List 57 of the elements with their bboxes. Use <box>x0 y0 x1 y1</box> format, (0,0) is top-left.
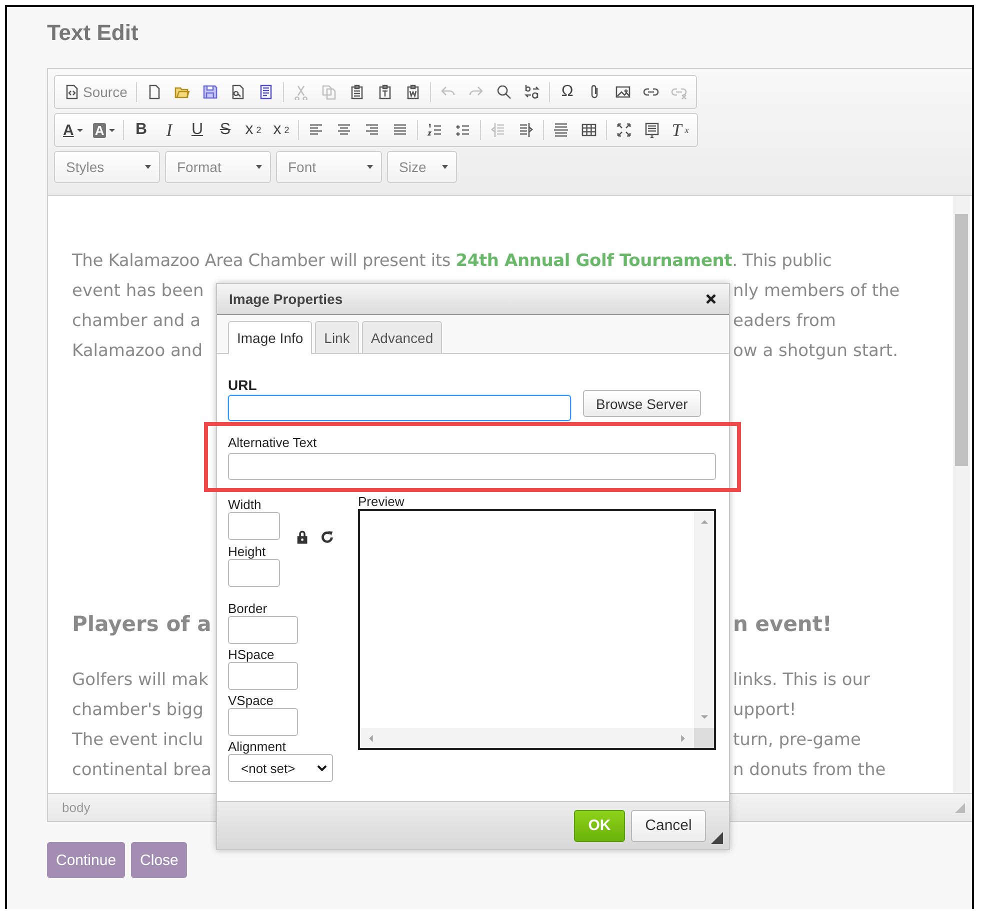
url-field[interactable] <box>228 395 571 421</box>
dialog-title: Image Properties <box>229 291 343 307</box>
resize-grip-icon[interactable] <box>711 832 723 844</box>
format-button[interactable]: B <box>128 117 154 143</box>
format-button[interactable]: U <box>184 117 210 143</box>
paragraph-fragment: continental brea <box>72 759 212 782</box>
paragraph-line: The Kalamazoo Area Chamber will present its 24th Annual Golf Tournament. This public <box>72 250 833 273</box>
field-label: VSpace <box>228 693 275 708</box>
close-icon[interactable] <box>705 293 717 305</box>
format-button[interactable]: S <box>212 117 238 143</box>
scrollbar-corner <box>694 728 714 748</box>
dialog-tab[interactable]: Image Info <box>228 321 312 354</box>
field-label: URL <box>228 378 258 393</box>
border-field[interactable] <box>228 616 298 644</box>
field-label: Alternative Text <box>228 435 318 450</box>
paragraph-fragment: n donuts from the <box>733 759 886 782</box>
paragraph-fragment: Golfers will mak <box>72 669 208 692</box>
height-field[interactable] <box>228 559 280 587</box>
reset-icon[interactable] <box>320 529 334 545</box>
vspace-field[interactable] <box>228 708 298 736</box>
field-label: Border <box>228 601 268 616</box>
paragraph-fragment: eaders from <box>733 310 836 333</box>
field-label: Preview <box>358 494 406 509</box>
paragraph-fragment: Kalamazoo and <box>72 340 202 363</box>
width-field[interactable] <box>228 512 280 540</box>
field-label: Height <box>228 544 267 559</box>
paragraph-fragment: chamber's bigg <box>72 699 204 722</box>
format-button[interactable]: Ω <box>554 79 580 105</box>
scrollbar[interactable] <box>953 196 970 793</box>
alignment-select[interactable]: <not set> <box>228 754 333 782</box>
lock-icon[interactable] <box>296 529 309 545</box>
field-label: Width <box>228 497 262 512</box>
caret-icon <box>317 765 327 771</box>
paragraph-fragment: The event inclu <box>72 729 204 752</box>
paragraph-fragment: nly members of the <box>733 280 900 303</box>
format-button[interactable]: I <box>156 117 182 143</box>
paragraph-fragment: chamber and a <box>72 310 201 333</box>
resize-grip-icon[interactable] <box>955 802 965 812</box>
paragraph-fragment: turn, pre-game <box>733 729 861 752</box>
paragraph-fragment: links. This is our <box>733 669 870 692</box>
text-color-button[interactable]: A <box>59 117 87 143</box>
hspace-field[interactable] <box>228 662 298 690</box>
dialog-tab[interactable]: Link <box>315 321 359 353</box>
source-icon <box>64 84 80 100</box>
paragraph-fragment: upport! <box>733 699 796 722</box>
paragraph-fragment: event has been <box>72 280 204 303</box>
cancel-button[interactable]: Cancel <box>631 810 706 842</box>
browse-server-button[interactable]: Browse Server <box>583 390 701 417</box>
field-label: HSpace <box>228 647 276 662</box>
heading-fragment: n event! <box>733 611 832 638</box>
dialog-tab[interactable]: Advanced <box>362 321 442 353</box>
page-title: Text Edit <box>47 20 140 47</box>
alternative-text-field[interactable] <box>228 453 716 480</box>
paragraph-fragment: ow a shotgun start. <box>733 340 898 363</box>
field-label: Alignment <box>228 739 287 754</box>
heading-fragment: Players of a <box>72 611 212 638</box>
background-color-button[interactable]: A <box>88 117 120 143</box>
